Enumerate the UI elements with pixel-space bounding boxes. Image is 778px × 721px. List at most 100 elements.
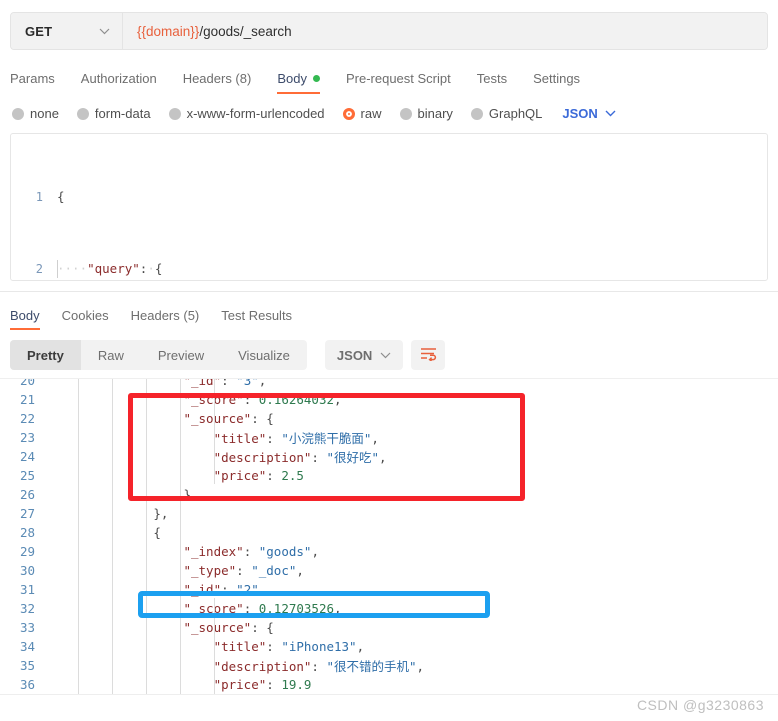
code-text: } [183,487,191,502]
request-body-editor[interactable]: 1 { 2 ····"query":·{ 3 ········"term":·{… [10,133,768,281]
line-number: 32 [19,601,35,616]
radio-graphql[interactable]: GraphQL [470,106,543,121]
response-line: 35 "description": "很不错的手机", [0,656,778,675]
line-number: 31 [19,582,35,597]
view-mode-visualize[interactable]: Visualize [221,340,307,370]
chevron-down-icon [380,352,391,359]
radio-x-www-form-urlencoded[interactable]: x-www-form-urlencoded [168,106,325,121]
indent-guide [180,379,181,695]
view-mode-preview[interactable]: Preview [141,340,221,370]
tab-authorization-label: Authorization [80,71,157,86]
code-text: { [57,189,65,204]
green-dot-icon [312,75,320,82]
response-format-select[interactable]: JSON [324,340,404,370]
response-line: 26 } [0,485,778,504]
response-tabs: Body Cookies Headers (5) Test Results [10,304,778,330]
tab-tests[interactable]: Tests [477,71,520,94]
tab-tests-label: Tests [476,71,508,86]
indent-guide [78,379,79,695]
tab-pre-request-script-label: Pre-request Script [345,71,451,86]
http-method-select[interactable]: GET [11,13,123,49]
view-mode-raw[interactable]: Raw [81,340,141,370]
tab-pre-request-script[interactable]: Pre-request Script [346,71,464,94]
tab-authorization[interactable]: Authorization [81,71,170,94]
view-mode-raw-label: Raw [97,347,124,363]
code-line: 1 { [11,188,767,206]
tab-settings[interactable]: Settings [533,71,593,94]
request-format-select[interactable]: JSON [562,106,616,121]
line-number: 25 [19,468,35,483]
response-tab-headers[interactable]: Headers (5) [131,308,200,330]
response-tab-test-results[interactable]: Test Results [221,308,292,330]
request-url-input[interactable]: {{domain}}/goods/_search [123,13,767,49]
response-tab-body[interactable]: Body [10,308,40,330]
radio-form-data[interactable]: form-data [76,106,151,121]
line-number: 21 [19,392,35,407]
radio-icon [168,107,181,120]
code-text: "_source": { [183,411,274,426]
response-format-label: JSON [336,347,373,363]
url-variable-token: {{domain}} [137,23,200,39]
response-body-viewer[interactable]: 20 "_id": "3", 21 "_score": 0.16264032, … [0,378,778,695]
radio-raw[interactable]: raw [342,106,382,121]
request-code: 1 { 2 ····"query":·{ 3 ········"term":·{… [11,134,767,280]
response-tab-body-label: Body [10,308,40,323]
radio-binary[interactable]: binary [399,106,453,121]
tab-headers-label: Headers (8) [182,71,252,86]
code-text: "description": "很好吃", [213,450,387,465]
response-line: 25 "price": 2.5 [0,466,778,485]
line-number: 26 [19,487,35,502]
radio-binary-label: binary [417,106,453,121]
request-url-bar: GET {{domain}}/goods/_search [10,12,768,50]
line-number: 2 [35,262,43,276]
line-number: 35 [19,658,35,673]
tab-body-label: Body [277,71,307,86]
code-text: "_id": "2", [183,582,267,597]
view-mode-visualize-label: Visualize [238,347,290,363]
code-text: "description": "很不错的手机", [213,659,425,674]
code-line: 2 ····"query":·{ [11,260,767,278]
tab-settings-label: Settings [533,71,581,86]
response-view-mode-group: Pretty Raw Preview Visualize [10,340,307,370]
response-line: 29 "_index": "goods", [0,542,778,561]
tab-headers[interactable]: Headers (8) [183,71,265,94]
response-line: 33 "_source": { [0,618,778,637]
section-divider [0,291,778,292]
line-number: 23 [19,430,35,445]
response-tab-cookies-label: Cookies [61,308,109,323]
radio-icon [399,107,412,120]
line-number: 29 [19,544,35,559]
bottom-divider [0,694,778,695]
code-text: "price": 2.5 [213,468,304,483]
tab-params[interactable]: Params [10,71,68,94]
response-line: 21 "_score": 0.16264032, [0,390,778,409]
radio-raw-label: raw [360,106,382,121]
code-text: ····"query":·{ [57,260,163,278]
radio-icon [470,107,483,120]
line-number: 24 [19,449,35,464]
code-text: "_score": 0.12703526, [183,601,342,616]
tab-body[interactable]: Body [277,71,333,94]
http-method-label: GET [25,23,53,39]
response-line: 32 "_score": 0.12703526, [0,599,778,618]
radio-icon [12,107,24,120]
watermark-text: CSDN @g3230863 [636,697,764,713]
response-code: 20 "_id": "3", 21 "_score": 0.16264032, … [0,379,778,695]
line-number: 1 [35,190,43,204]
code-text: }, [153,506,169,521]
code-text: "title": "iPhone13", [213,639,365,654]
radio-none[interactable]: none [12,106,59,121]
indent-guide [146,379,147,695]
tab-params-label: Params [10,71,55,86]
chevron-down-icon [99,28,110,35]
word-wrap-button[interactable] [411,340,446,370]
radio-selected-icon [342,107,355,120]
chevron-down-icon [605,110,616,117]
response-tab-cookies[interactable]: Cookies [62,308,109,330]
radio-icon [76,107,89,120]
line-number: 22 [19,411,35,426]
line-number: 34 [19,639,35,654]
response-line: 24 "description": "很好吃", [0,447,778,466]
view-mode-pretty[interactable]: Pretty [10,340,81,370]
radio-graphql-label: GraphQL [488,106,543,121]
